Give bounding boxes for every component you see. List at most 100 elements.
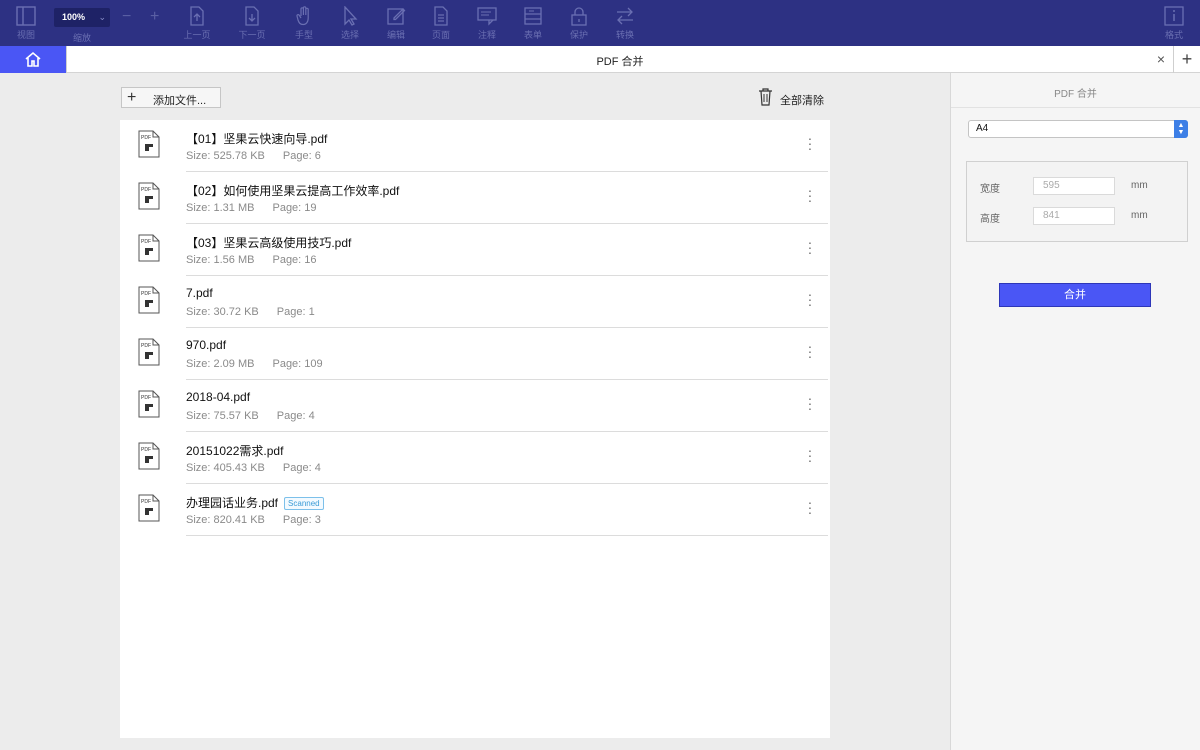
width-label: 宽度: [980, 184, 1000, 195]
file-pages: Page: 109: [272, 358, 323, 370]
file-size: Size: 30.72 KB: [186, 306, 259, 318]
view-icon: [16, 6, 36, 26]
zoom-out-button[interactable]: −: [122, 8, 131, 26]
file-size: Size: 1.56 MB: [186, 254, 255, 266]
convert-label: 转换: [615, 30, 634, 40]
select-icon: [344, 6, 358, 26]
list-item[interactable]: PDF 7.pdf Size: 30.72 KB Page: 1 · · ·: [120, 276, 830, 328]
hand-tool-label: 手型: [294, 30, 313, 40]
file-list: PDF 【01】坚果云快速向导.pdf Size: 525.78 KB Page:…: [120, 120, 830, 738]
home-icon: [25, 51, 41, 67]
tab-title: PDF 合并: [596, 56, 644, 68]
add-tab-button[interactable]: +: [1174, 46, 1200, 73]
view-button[interactable]: 视图: [6, 6, 46, 41]
home-tab[interactable]: [0, 46, 66, 73]
merge-settings-panel: PDF 合并 A4 ▲ ▼ 宽度 595 mm 高度 841 mm 合并: [950, 73, 1200, 750]
protect-button[interactable]: 保护: [559, 6, 599, 41]
width-row: 宽度 595 mm: [967, 177, 1189, 195]
view-label: 视图: [16, 30, 35, 40]
page-down-icon: [245, 6, 259, 26]
next-page-button[interactable]: 下一页: [232, 6, 272, 41]
svg-text:PDF: PDF: [141, 239, 151, 245]
panel-divider: [951, 107, 1200, 108]
edit-button[interactable]: 编辑: [376, 6, 416, 41]
more-options-icon[interactable]: · · ·: [804, 339, 816, 363]
more-options-icon[interactable]: · · ·: [804, 131, 816, 155]
scanned-badge: Scanned: [284, 497, 324, 510]
pdf-file-icon: PDF: [138, 130, 160, 158]
page-button[interactable]: 页面: [421, 6, 461, 41]
more-options-icon[interactable]: · · ·: [804, 183, 816, 207]
comment-button[interactable]: 注释: [467, 6, 507, 41]
chevron-down-icon: ⌄: [98, 12, 106, 22]
tab-pdf-merge[interactable]: PDF 合并 ×: [66, 46, 1174, 73]
format-button[interactable]: 格式: [1154, 6, 1194, 41]
file-size: Size: 405.43 KB: [186, 462, 265, 474]
list-item[interactable]: PDF 办理园话业务.pdf Scanned Size: 820.41 KB Pag…: [120, 484, 830, 536]
form-button[interactable]: 表单: [513, 6, 553, 41]
convert-button[interactable]: 转换: [605, 6, 645, 41]
zoom-value: 100%: [62, 12, 86, 22]
more-options-icon[interactable]: · · ·: [804, 495, 816, 519]
height-unit: mm: [1131, 210, 1148, 221]
edit-label: 编辑: [386, 30, 405, 40]
file-pages: Page: 19: [272, 202, 317, 214]
protect-label: 保护: [569, 30, 588, 40]
hand-tool-button[interactable]: 手型: [284, 6, 324, 41]
main-toolbar: 视图 100% ⌄ 缩放 − + 上一页 下一页 手型 选择 编辑 页面 注释 …: [0, 0, 1200, 46]
height-row: 高度 841 mm: [967, 207, 1189, 225]
prev-page-button[interactable]: 上一页: [177, 6, 217, 41]
pdf-file-icon: PDF: [138, 234, 160, 262]
file-pages: Page: 4: [276, 410, 315, 422]
next-page-label: 下一页: [238, 30, 266, 40]
file-name: 20151022需求.pdf: [186, 444, 284, 458]
height-label: 高度: [980, 214, 1000, 225]
list-item[interactable]: PDF 【03】坚果云高级使用技巧.pdf Size: 1.56 MB Page:…: [120, 224, 830, 276]
svg-text:PDF: PDF: [141, 499, 151, 505]
file-name: 【02】如何使用坚果云提高工作效率.pdf: [186, 184, 400, 198]
list-item[interactable]: PDF 【01】坚果云快速向导.pdf Size: 525.78 KB Page:…: [120, 120, 830, 172]
list-item[interactable]: PDF 2018-04.pdf Size: 75.57 KB Page: 4 · ·…: [120, 380, 830, 432]
page-size-select[interactable]: A4 ▲ ▼: [968, 120, 1188, 138]
trash-icon: [759, 88, 772, 106]
list-item[interactable]: PDF 20151022需求.pdf Size: 405.43 KB Page: …: [120, 432, 830, 484]
file-meta: Size: 525.78 KB Page: 6: [186, 150, 321, 162]
height-field[interactable]: 841: [1033, 207, 1115, 225]
file-pages: Page: 4: [282, 462, 321, 474]
zoom-select[interactable]: 100% ⌄: [54, 8, 110, 27]
file-size: Size: 75.57 KB: [186, 410, 259, 422]
file-name: 【01】坚果云快速向导.pdf: [186, 132, 328, 146]
comment-icon: [477, 7, 497, 26]
select-arrows-icon: ▲ ▼: [1174, 120, 1188, 138]
file-meta: Size: 820.41 KB Page: 3: [186, 514, 321, 526]
panel-title: PDF 合并: [1054, 89, 1097, 100]
add-file-button[interactable]: + 添加文件...: [121, 87, 221, 108]
file-pages: Page: 6: [282, 150, 321, 162]
file-name: 970.pdf: [186, 338, 227, 352]
select-tool-button[interactable]: 选择: [330, 6, 370, 41]
more-options-icon[interactable]: · · ·: [804, 391, 816, 415]
pdf-file-icon: PDF: [138, 494, 160, 522]
close-tab-button[interactable]: ×: [1157, 51, 1165, 67]
merge-button[interactable]: 合并: [999, 283, 1151, 307]
more-options-icon[interactable]: · · ·: [804, 235, 816, 259]
format-label: 格式: [1164, 30, 1183, 40]
format-icon: [1164, 6, 1184, 26]
file-size: Size: 1.31 MB: [186, 202, 255, 214]
pdf-file-icon: PDF: [138, 286, 160, 314]
list-item[interactable]: PDF 【02】如何使用坚果云提高工作效率.pdf Size: 1.31 MB P…: [120, 172, 830, 224]
file-meta: Size: 1.56 MB Page: 16: [186, 254, 317, 266]
comment-label: 注释: [477, 30, 496, 40]
list-item[interactable]: PDF 970.pdf Size: 2.09 MB Page: 109 · · ·: [120, 328, 830, 380]
file-size: Size: 820.41 KB: [186, 514, 265, 526]
svg-text:PDF: PDF: [141, 135, 151, 141]
width-field[interactable]: 595: [1033, 177, 1115, 195]
clear-all-label: 全部清除: [780, 95, 824, 107]
pdf-file-icon: PDF: [138, 182, 160, 210]
more-options-icon[interactable]: · · ·: [804, 443, 816, 467]
width-unit: mm: [1131, 180, 1148, 191]
more-options-icon[interactable]: · · ·: [804, 287, 816, 311]
file-pages: Page: 1: [276, 306, 315, 318]
file-name: 2018-04.pdf: [186, 390, 251, 404]
zoom-in-button[interactable]: +: [150, 8, 159, 26]
